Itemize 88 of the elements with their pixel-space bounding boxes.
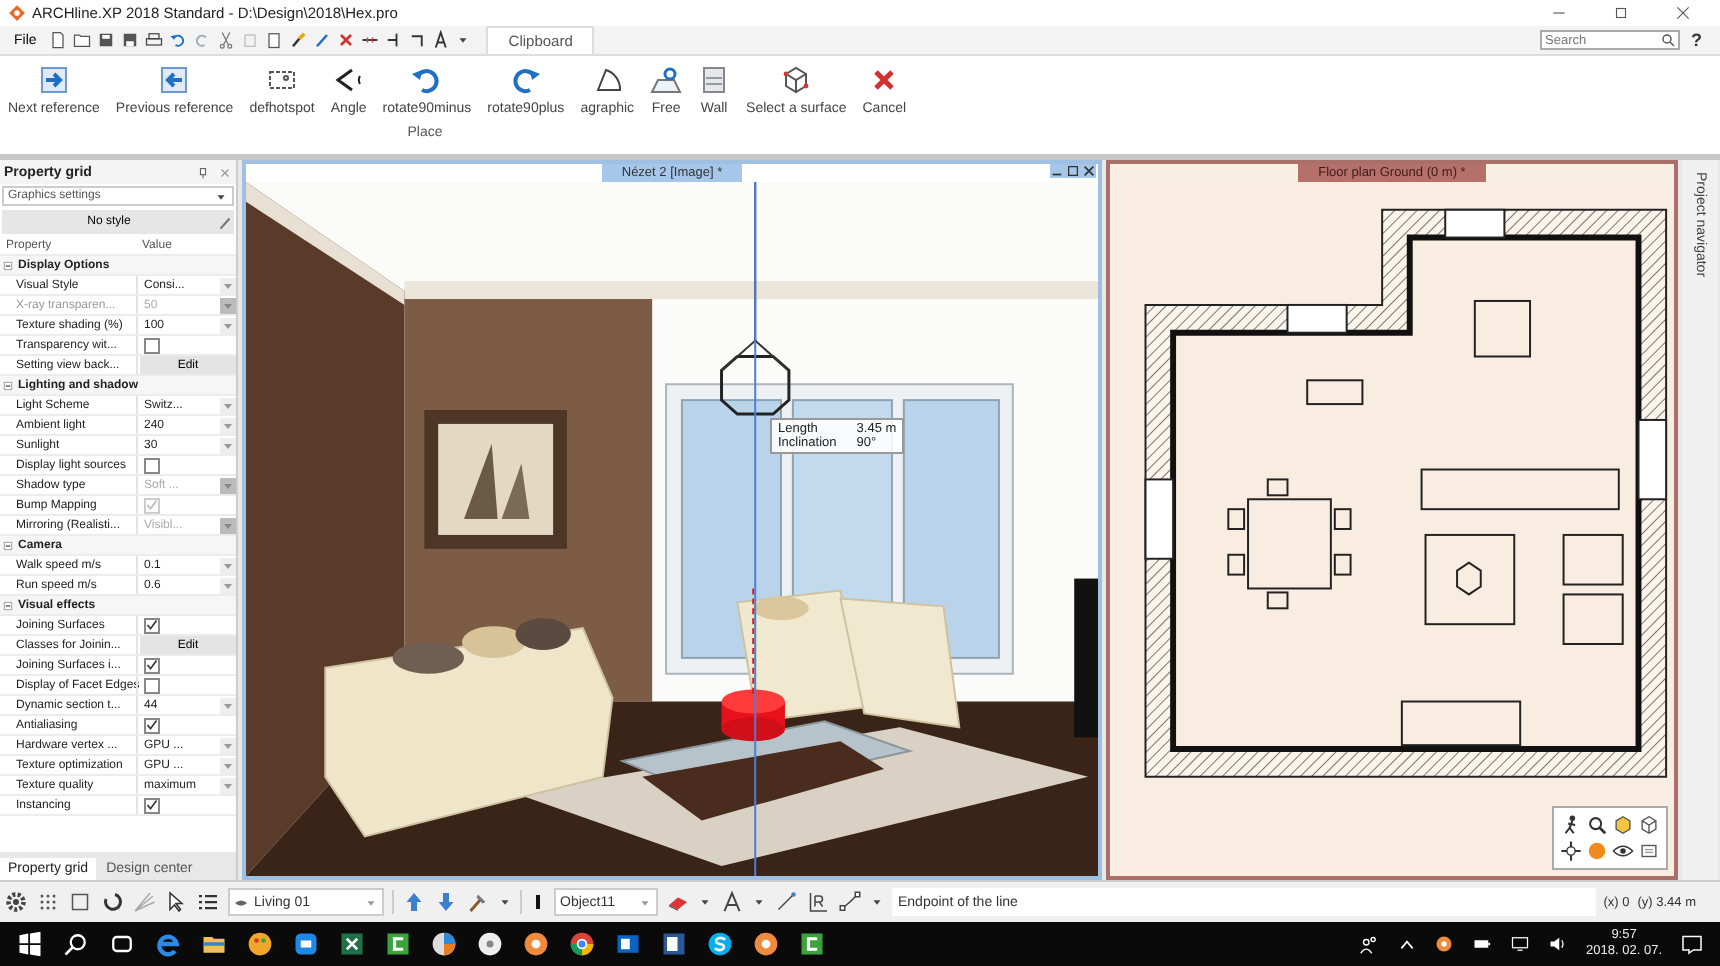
- checkbox[interactable]: [144, 337, 160, 353]
- collapse-icon[interactable]: [2, 259, 14, 271]
- checkbox[interactable]: [144, 457, 160, 473]
- save-icon[interactable]: [96, 30, 117, 50]
- cut-icon[interactable]: [216, 30, 237, 50]
- brush-icon[interactable]: [288, 30, 309, 50]
- undo-icon[interactable]: [168, 30, 189, 50]
- lifebuoy-icon[interactable]: [752, 930, 780, 958]
- eye-icon: [234, 895, 248, 909]
- battery-icon[interactable]: [1472, 934, 1493, 954]
- maximize-icon[interactable]: [1612, 4, 1630, 22]
- close-icon[interactable]: [1674, 4, 1692, 22]
- map-pin-icon: [650, 64, 683, 96]
- arrow-up-icon[interactable]: [402, 890, 426, 914]
- line-draw-icon[interactable]: [774, 890, 798, 914]
- caret-icon: [220, 477, 236, 493]
- palette-icon[interactable]: [246, 930, 274, 958]
- polyline-icon[interactable]: [838, 890, 862, 914]
- caret-icon: [214, 189, 228, 203]
- checkbox[interactable]: [144, 617, 160, 633]
- box-icon[interactable]: [1638, 814, 1660, 836]
- disc-icon[interactable]: [476, 930, 504, 958]
- hammer-icon[interactable]: [466, 890, 490, 914]
- wall-icon: [698, 64, 731, 96]
- collapse-icon[interactable]: [2, 539, 14, 551]
- chrome-icon[interactable]: [568, 930, 596, 958]
- zoom-icon[interactable]: [1586, 814, 1608, 836]
- cube-icon[interactable]: [1612, 814, 1634, 836]
- delete-icon[interactable]: [336, 30, 357, 50]
- gear-icon[interactable]: [4, 890, 28, 914]
- rotate-icon[interactable]: [100, 890, 124, 914]
- new-file-icon[interactable]: [48, 30, 69, 50]
- rotate-right-icon: [509, 64, 542, 96]
- browser-icon[interactable]: [154, 930, 182, 958]
- angle-icon: [332, 64, 365, 96]
- caret-icon: [364, 895, 378, 909]
- dot-grid-icon[interactable]: [36, 890, 60, 914]
- checkbox[interactable]: [144, 717, 160, 733]
- cursor-icon[interactable]: [164, 890, 188, 914]
- folder-icon[interactable]: [72, 30, 93, 50]
- windows-icon[interactable]: [16, 930, 44, 958]
- caret-icon: [220, 517, 236, 533]
- eye-icon[interactable]: [1612, 840, 1634, 862]
- arrow-left-icon: [158, 64, 191, 96]
- lifebuoy-icon[interactable]: [1434, 934, 1455, 954]
- document-icon[interactable]: [660, 930, 688, 958]
- chat-icon[interactable]: [292, 930, 320, 958]
- c-letter-icon[interactable]: [384, 930, 412, 958]
- spreadsheet-icon[interactable]: [338, 930, 366, 958]
- frame-icon[interactable]: [68, 890, 92, 914]
- checkbox[interactable]: [144, 677, 160, 693]
- pencil-icon[interactable]: [216, 213, 234, 231]
- lifebuoy-icon[interactable]: [522, 930, 550, 958]
- pen-icon[interactable]: [312, 30, 333, 50]
- print-icon[interactable]: [144, 30, 165, 50]
- mail-icon[interactable]: [614, 930, 642, 958]
- pin-icon[interactable]: [196, 165, 210, 179]
- search-icon[interactable]: [62, 930, 90, 958]
- collapse-icon[interactable]: [2, 599, 14, 611]
- layers-icon[interactable]: [1638, 840, 1660, 862]
- sector-icon: [591, 64, 624, 96]
- notification-icon[interactable]: [1680, 932, 1704, 956]
- checkbox[interactable]: [144, 797, 160, 813]
- save-as-icon[interactable]: [120, 30, 141, 50]
- cube-icon: [780, 64, 813, 96]
- close-icon[interactable]: [1082, 164, 1096, 178]
- paste-icon[interactable]: [264, 30, 285, 50]
- restore-icon[interactable]: [1066, 164, 1080, 178]
- skype-icon[interactable]: [706, 930, 734, 958]
- task-view-icon[interactable]: [108, 930, 136, 958]
- collapse-icon[interactable]: [2, 379, 14, 391]
- chevron-up-icon[interactable]: [1398, 935, 1417, 953]
- network-icon[interactable]: [1510, 934, 1531, 954]
- corner-icon[interactable]: [408, 30, 429, 50]
- rotate-left-icon: [410, 64, 443, 96]
- checkbox[interactable]: [144, 657, 160, 673]
- speaker-icon[interactable]: [1548, 934, 1569, 954]
- caret-icon: [220, 297, 236, 313]
- pan-icon[interactable]: [1560, 840, 1582, 862]
- people-icon[interactable]: [1358, 933, 1381, 955]
- c-letter-icon[interactable]: [798, 930, 826, 958]
- arrow-right-icon: [37, 64, 70, 96]
- list-icon[interactable]: [196, 890, 220, 914]
- arrow-down-icon[interactable]: [434, 890, 458, 914]
- caret-icon: [638, 895, 652, 909]
- dimension-icon[interactable]: [806, 890, 830, 914]
- text-icon[interactable]: [720, 890, 744, 914]
- help-button[interactable]: ?: [1679, 30, 1714, 50]
